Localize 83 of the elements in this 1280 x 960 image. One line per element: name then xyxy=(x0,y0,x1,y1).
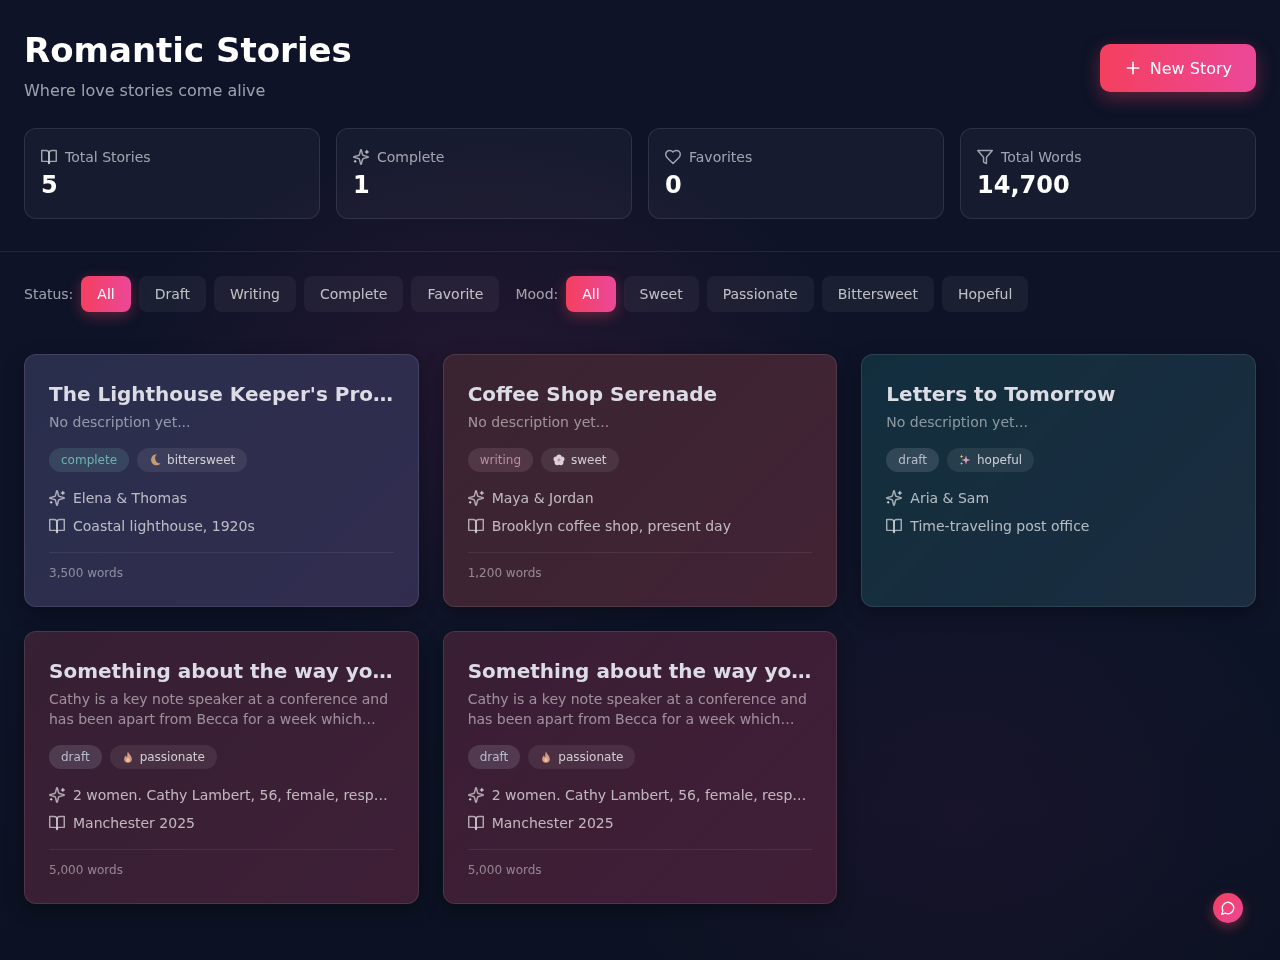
flame-icon xyxy=(121,751,134,763)
setting-text: Manchester 2025 xyxy=(491,814,614,833)
filter-chip[interactable]: Favorite xyxy=(411,276,500,312)
story-description: No description yet... xyxy=(886,413,1029,432)
mood-label: sweet xyxy=(571,453,607,467)
characters-text: Maya & Jordan xyxy=(491,489,594,508)
sparkles-icon xyxy=(467,787,484,803)
story-card[interactable] xyxy=(24,631,419,904)
mood-label: bittersweet xyxy=(167,453,236,467)
filter-label: Mood: xyxy=(515,286,559,302)
stat-value: 0 xyxy=(665,171,683,199)
flower-icon xyxy=(553,454,565,466)
filter-chip[interactable]: Hopeful xyxy=(942,276,1029,312)
characters-text: Elena & Thomas xyxy=(73,489,188,508)
filter-chip[interactable]: Bittersweet xyxy=(821,276,934,312)
sparkles-icon xyxy=(49,787,65,803)
stat-label: Favorites xyxy=(689,148,753,167)
story-card[interactable]: Letters to Tomorrow No description yet... draft hopeful Aria & Sam Time-traveling post office xyxy=(861,354,1256,607)
page-title: Romantic Stories xyxy=(24,29,352,72)
stat-value: 14,700 xyxy=(977,171,1071,199)
status-tag: draft xyxy=(467,745,521,769)
stat-label: Total Words xyxy=(1001,148,1082,167)
story-card[interactable]: Coffee Shop Serenade No description yet... writing sweet Maya & Jordan Brooklyn coffee shop, present day 1,200 words xyxy=(442,354,838,607)
stat-label: Total Stories xyxy=(65,148,151,167)
book-icon xyxy=(467,815,484,831)
filter-chip[interactable]: Passionate xyxy=(706,276,814,312)
story-title: The Lighthouse Keeper's Pro… xyxy=(49,381,394,408)
moon-icon xyxy=(149,454,162,466)
book-icon xyxy=(49,815,65,831)
sparkles-icon xyxy=(958,454,971,466)
filter-chip[interactable]: All xyxy=(566,276,616,312)
page-subtitle: Where love stories come alive xyxy=(24,80,267,102)
filter-chip[interactable]: Draft xyxy=(138,276,206,312)
filter-chip[interactable]: Writing xyxy=(214,276,296,312)
book-icon xyxy=(886,518,903,534)
book-icon xyxy=(41,149,57,165)
flame-icon xyxy=(540,751,553,763)
status-tag: draft xyxy=(886,448,939,472)
story-title: Coffee Shop Serenade xyxy=(467,381,719,408)
mood-label: hopeful xyxy=(976,453,1023,467)
story-description: Cathy is a key note speaker at a conference and has been apart from Becca for a week which… xyxy=(467,690,808,729)
story-title: Something about the way yo… xyxy=(467,658,813,685)
characters-text: 2 women. Cathy Lambert, 56, female, resp… xyxy=(73,786,388,805)
sparkles-icon xyxy=(49,490,65,506)
sparkles-icon xyxy=(886,490,903,506)
story-title: Something about the way yo… xyxy=(49,658,394,685)
stat-label: Complete xyxy=(377,148,445,167)
book-icon xyxy=(467,518,484,534)
stat-value: 1 xyxy=(353,171,371,199)
sparkles-icon xyxy=(467,490,484,506)
word-count: 5,000 words xyxy=(467,849,813,878)
word-count: 5,000 words xyxy=(49,849,394,878)
characters-text: Aria & Sam xyxy=(910,489,990,508)
sparkles-icon xyxy=(353,149,369,165)
filter-chip[interactable]: Sweet xyxy=(623,276,699,312)
heart-icon xyxy=(665,149,681,165)
status-tag: complete xyxy=(49,448,130,472)
funnel-icon xyxy=(977,149,993,165)
chat-icon xyxy=(1221,901,1235,915)
story-description: No description yet... xyxy=(49,413,192,432)
filter-chip[interactable]: All xyxy=(81,276,131,312)
filter-chip[interactable]: Complete xyxy=(304,276,404,312)
story-description: Cathy is a key note speaker at a conference and has been apart from Becca for a week which… xyxy=(49,690,390,729)
chat-button[interactable] xyxy=(1213,893,1243,923)
book-icon xyxy=(49,518,65,534)
setting-text: Time-traveling post office xyxy=(910,517,1090,536)
filter-label: Status: xyxy=(24,286,74,302)
status-tag: draft xyxy=(49,745,102,769)
story-card[interactable] xyxy=(442,631,838,904)
word-count: 3,500 words xyxy=(49,552,394,581)
new-story-button[interactable]: New Story xyxy=(1099,44,1256,92)
mood-label: passionate xyxy=(558,750,624,764)
stat-value: 5 xyxy=(41,171,59,199)
story-description: No description yet... xyxy=(467,413,611,432)
status-tag: writing xyxy=(467,448,533,472)
mood-label: passionate xyxy=(139,750,205,764)
setting-text: Coastal lighthouse, 1920s xyxy=(73,517,255,536)
characters-text: 2 women. Cathy Lambert, 56, female, resp… xyxy=(491,786,807,805)
word-count: 1,200 words xyxy=(467,552,813,581)
story-title: Letters to Tomorrow xyxy=(886,381,1117,408)
setting-text: Brooklyn coffee shop, present day xyxy=(491,517,731,536)
story-card[interactable]: The Lighthouse Keeper's Pro… No description yet... complete bittersweet Elena & Thomas Coastal lighthouse, 1920s 3,500 words xyxy=(24,354,419,607)
setting-text: Manchester 2025 xyxy=(73,814,195,833)
